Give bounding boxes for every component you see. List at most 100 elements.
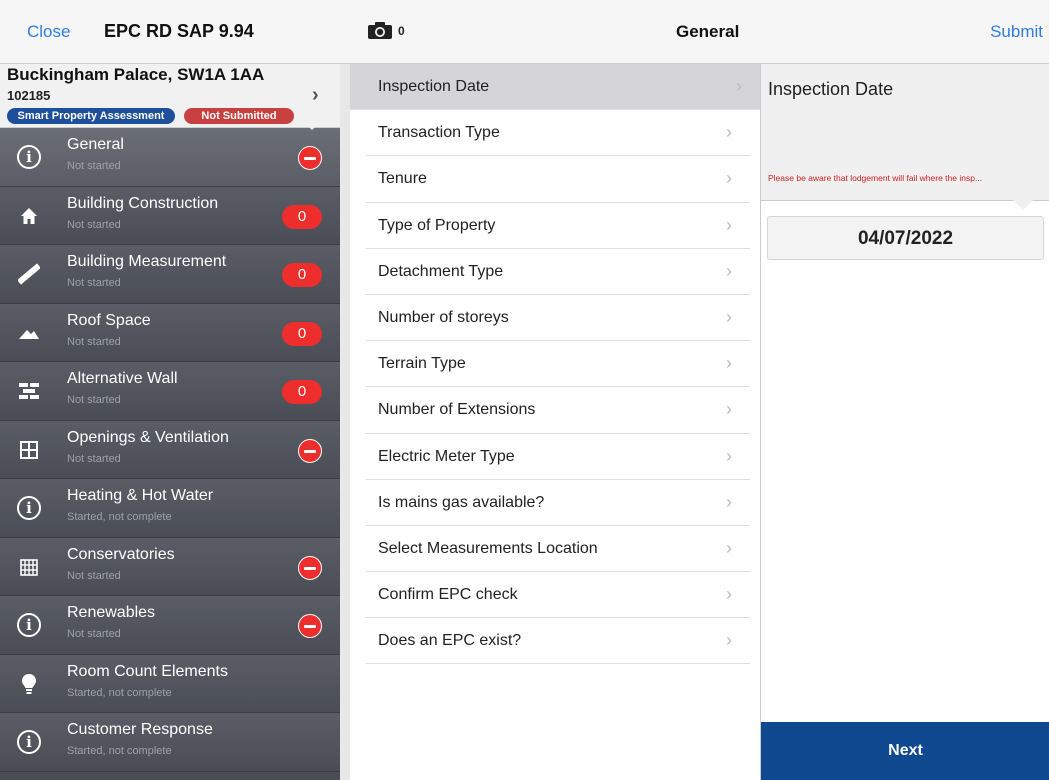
lightbulb-icon bbox=[17, 672, 41, 696]
question-measurements-location[interactable]: Select Measurements Location › bbox=[366, 526, 750, 573]
detail-header: Inspection Date Please be aware that lod… bbox=[761, 64, 1049, 201]
sidebar-item-status: Started, not complete bbox=[67, 686, 172, 699]
sidebar-item-general[interactable]: i General Not started bbox=[0, 120, 340, 187]
question-confirm-epc-check[interactable]: Confirm EPC check › bbox=[366, 572, 750, 619]
conservatory-icon bbox=[17, 555, 41, 579]
chevron-right-icon: › bbox=[726, 306, 732, 327]
chevron-right-icon: › bbox=[736, 76, 742, 96]
sidebar-item-roof-space[interactable]: Roof Space Not started 0 bbox=[0, 303, 340, 362]
question-label: Number of storeys bbox=[378, 308, 509, 326]
question-label: Detachment Type bbox=[378, 262, 504, 280]
submit-button[interactable]: Submit bbox=[990, 22, 1043, 42]
chevron-right-icon: › bbox=[726, 630, 732, 651]
sidebar-item-room-count-elements[interactable]: Room Count Elements Started, not complet… bbox=[0, 654, 340, 713]
info-icon: i bbox=[17, 730, 41, 754]
sidebar-item-status: Not started bbox=[67, 160, 121, 172]
count-badge: 0 bbox=[282, 321, 322, 346]
sidebar-item-conservatories[interactable]: Conservatories Not started bbox=[0, 537, 340, 596]
chevron-right-icon: › bbox=[726, 491, 732, 512]
app-title: EPC RD SAP 9.94 bbox=[104, 21, 254, 41]
question-inspection-date[interactable]: Inspection Date › bbox=[350, 64, 760, 111]
incomplete-minus-icon bbox=[298, 555, 322, 580]
camera-button[interactable]: 0 bbox=[367, 22, 405, 40]
submission-status-badge: Not Submitted bbox=[184, 108, 294, 124]
roof-icon bbox=[17, 321, 41, 345]
question-label: Electric Meter Type bbox=[378, 447, 515, 465]
count-badge: 0 bbox=[282, 204, 322, 229]
ruler-icon bbox=[17, 262, 41, 286]
sidebar-item-heating-hot-water[interactable]: i Heating & Hot Water Started, not compl… bbox=[0, 479, 340, 538]
question-detachment-type[interactable]: Detachment Type › bbox=[366, 249, 750, 295]
sidebar-item-renewables[interactable]: i Renewables Not started bbox=[0, 596, 340, 655]
section-list: i General Not started Building Construct… bbox=[0, 120, 340, 772]
chevron-right-icon: › bbox=[726, 260, 732, 281]
question-number-of-extensions[interactable]: Number of Extensions › bbox=[366, 387, 750, 434]
sidebar-item-label: Openings & Ventilation bbox=[67, 428, 229, 446]
chevron-right-icon: › bbox=[726, 584, 732, 605]
chevron-right-icon: › bbox=[726, 168, 732, 189]
info-icon: i bbox=[17, 613, 41, 637]
info-icon: i bbox=[17, 496, 41, 520]
sidebar-item-label: Conservatories bbox=[67, 545, 175, 563]
question-transaction-type[interactable]: Transaction Type › bbox=[366, 110, 750, 157]
question-label: Select Measurements Location bbox=[378, 539, 598, 557]
question-mains-gas-available[interactable]: Is mains gas available? › bbox=[366, 480, 750, 526]
camera-icon bbox=[368, 22, 392, 39]
sidebar-item-label: General bbox=[67, 136, 124, 153]
sidebar-item-openings-ventilation[interactable]: Openings & Ventilation Not started bbox=[0, 420, 340, 479]
question-label: Tenure bbox=[378, 170, 427, 188]
sidebar-item-label: Roof Space bbox=[67, 311, 151, 329]
sidebar: Buckingham Palace, SW1A 1AA 102185 › Sma… bbox=[0, 64, 340, 780]
sidebar-item-status: Not started bbox=[67, 277, 121, 289]
sidebar-item-label: Renewables bbox=[67, 604, 156, 621]
detail-title: Inspection Date bbox=[768, 79, 894, 99]
chevron-right-icon: › bbox=[726, 445, 732, 466]
assessment-type-badge: Smart Property Assessment bbox=[7, 108, 175, 124]
section-title: General bbox=[676, 22, 740, 41]
sidebar-item-status: Not started bbox=[67, 394, 121, 406]
sidebar-item-status: Not started bbox=[67, 218, 121, 231]
question-electric-meter-type[interactable]: Electric Meter Type › bbox=[366, 434, 750, 480]
question-terrain-type[interactable]: Terrain Type › bbox=[366, 341, 750, 388]
sidebar-item-status: Not started bbox=[67, 452, 121, 465]
sidebar-item-status: Not started bbox=[67, 628, 121, 640]
property-name: Buckingham Palace, SW1A 1AA bbox=[7, 65, 265, 84]
photo-count: 0 bbox=[398, 24, 405, 38]
question-label: Is mains gas available? bbox=[378, 493, 545, 511]
property-header[interactable]: Buckingham Palace, SW1A 1AA 102185 › Sma… bbox=[0, 64, 340, 128]
incomplete-minus-icon bbox=[298, 438, 322, 463]
next-button[interactable]: Next bbox=[761, 722, 1049, 780]
sidebar-item-customer-response[interactable]: i Customer Response Started, not complet… bbox=[0, 713, 340, 772]
count-badge: 0 bbox=[282, 263, 322, 287]
sidebar-item-label: Heating & Hot Water bbox=[67, 487, 214, 504]
sidebar-item-status: Not started bbox=[67, 335, 121, 348]
question-label: Inspection Date bbox=[378, 78, 490, 95]
question-epc-exists[interactable]: Does an EPC exist? › bbox=[366, 618, 750, 665]
chevron-right-icon: › bbox=[726, 353, 732, 374]
sidebar-item-label: Customer Response bbox=[67, 721, 213, 738]
lodgement-warning: Please be aware that lodgement will fail… bbox=[768, 173, 983, 183]
question-type-of-property[interactable]: Type of Property › bbox=[366, 203, 750, 249]
question-label: Terrain Type bbox=[378, 355, 466, 373]
question-tenure[interactable]: Tenure › bbox=[366, 156, 750, 203]
question-label: Type of Property bbox=[378, 216, 496, 234]
sidebar-item-status: Started, not complete bbox=[67, 745, 172, 757]
question-list: Inspection Date › Transaction Type › Ten… bbox=[340, 64, 760, 780]
active-indicator bbox=[302, 120, 322, 130]
sidebar-item-alternative-wall[interactable]: Alternative Wall Not started 0 bbox=[0, 362, 340, 421]
close-button[interactable]: Close bbox=[27, 22, 70, 42]
sidebar-item-status: Not started bbox=[67, 569, 121, 582]
sidebar-item-label: Building Measurement bbox=[67, 253, 227, 270]
sidebar-item-building-measurement[interactable]: Building Measurement Not started 0 bbox=[0, 245, 340, 304]
inspection-date-field[interactable]: 04/07/2022 bbox=[767, 216, 1044, 260]
detail-pane: Inspection Date Please be aware that lod… bbox=[760, 64, 1049, 780]
property-id: 102185 bbox=[7, 88, 51, 103]
detail-pointer bbox=[1013, 200, 1033, 210]
chevron-right-icon: › bbox=[312, 84, 319, 106]
window-icon bbox=[17, 438, 41, 462]
question-number-of-storeys[interactable]: Number of storeys › bbox=[366, 295, 750, 342]
question-label: Number of Extensions bbox=[378, 401, 536, 419]
house-icon bbox=[17, 204, 41, 228]
sidebar-item-building-construction[interactable]: Building Construction Not started 0 bbox=[0, 186, 340, 245]
question-label: Confirm EPC check bbox=[378, 586, 518, 604]
